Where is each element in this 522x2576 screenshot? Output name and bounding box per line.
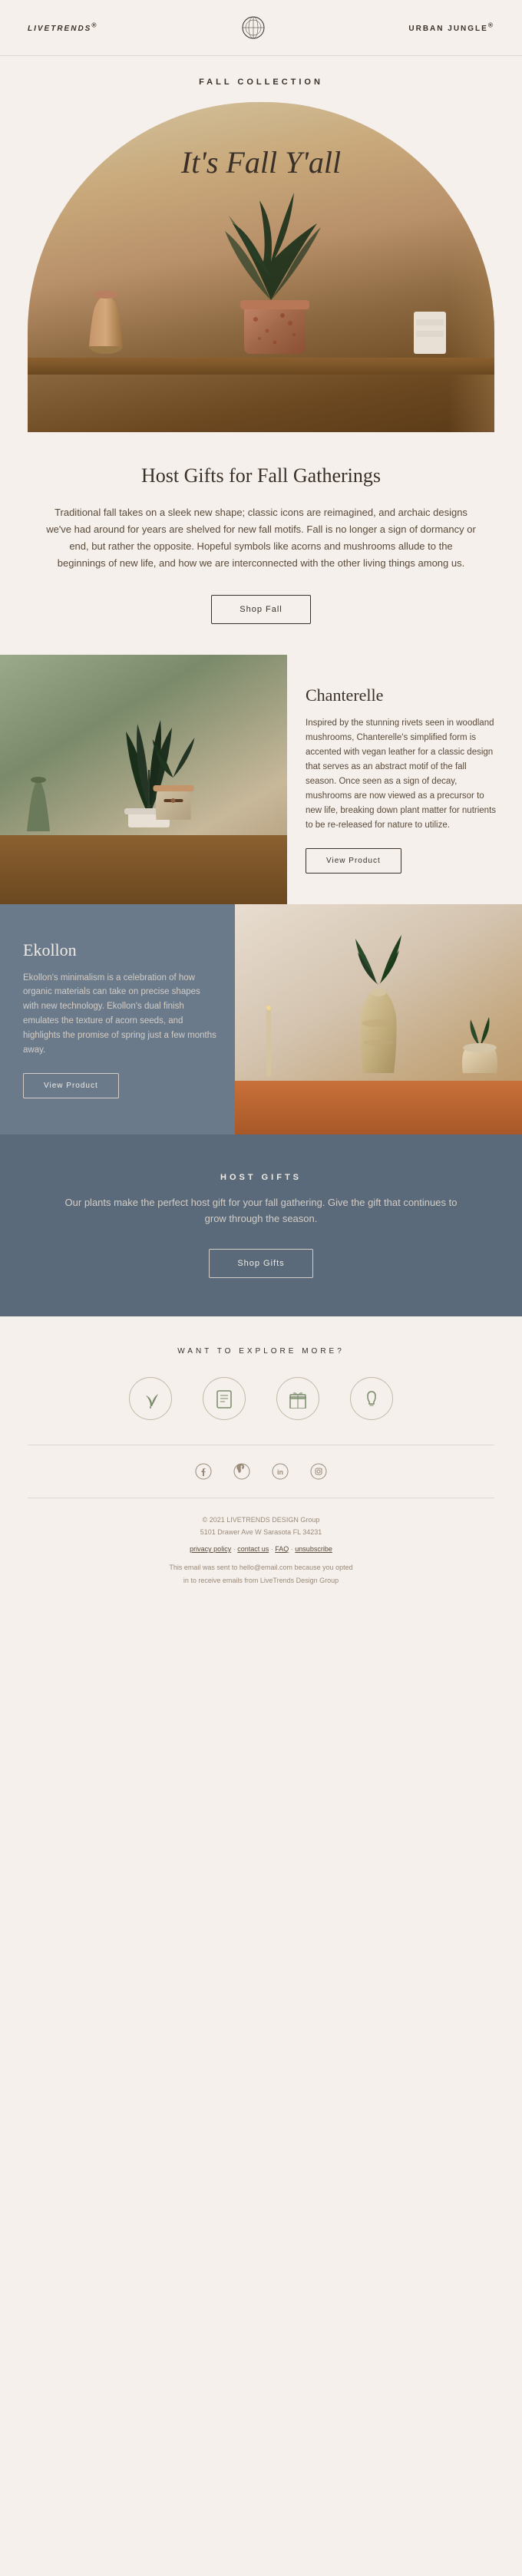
shop-fall-button[interactable]: Shop Fall xyxy=(211,595,310,624)
ekollon-section: Ekollon Ekollon's minimalism is a celebr… xyxy=(0,904,522,1134)
contact-link[interactable]: contact us xyxy=(237,1545,269,1553)
gift-circle-icon xyxy=(288,1389,308,1409)
explore-icons-row xyxy=(28,1377,494,1420)
explore-plant[interactable] xyxy=(129,1377,172,1420)
linkedin-icon[interactable]: in xyxy=(269,1461,291,1482)
logo-left-reg: ® xyxy=(91,21,97,29)
explore-label: WANT TO EXPLORE MORE? xyxy=(28,1347,494,1356)
pinterest-icon[interactable] xyxy=(231,1461,253,1482)
hero-shelf xyxy=(28,358,494,375)
pinterest-svg xyxy=(233,1463,250,1480)
chanterelle-surface xyxy=(0,835,287,904)
header: LIVETRENDS® URBAN JUNGLE® xyxy=(0,0,522,56)
cloth-icon xyxy=(410,308,448,354)
chanterelle-image xyxy=(0,655,287,904)
explore-catalog-icon xyxy=(203,1377,246,1420)
facebook-icon[interactable] xyxy=(193,1461,214,1482)
green-vase-icon xyxy=(23,774,54,835)
chanterelle-main-pot xyxy=(149,732,199,835)
footer-company: © 2021 LIVETRENDS DESIGN Group xyxy=(28,1514,494,1526)
hero-pot-center xyxy=(240,296,309,358)
linkedin-svg: in xyxy=(272,1463,289,1480)
explore-catalog[interactable] xyxy=(203,1377,246,1420)
footer-links: privacy policy · contact us · FAQ · unsu… xyxy=(28,1543,494,1555)
explore-bulb-icon xyxy=(350,1377,393,1420)
hero-section: FALL COLLECTION It's Fall Y'all xyxy=(0,56,522,432)
chanterelle-description: Inspired by the stunning rivets seen in … xyxy=(306,716,499,833)
hero-image-wrapper: It's Fall Y'all xyxy=(28,102,494,432)
ekollon-name: Ekollon xyxy=(23,940,216,960)
facebook-svg xyxy=(195,1463,212,1480)
ekollon-main-pot xyxy=(336,923,421,1081)
faq-link[interactable]: FAQ xyxy=(275,1545,289,1553)
host-gifts-label: HOST GIFTS xyxy=(61,1173,461,1182)
ekollon-pot-icon xyxy=(336,923,421,1077)
social-bar: in xyxy=(28,1445,494,1498)
explore-bulb[interactable] xyxy=(350,1377,393,1420)
footer-disclaimer1: This email was sent to hello@email.com b… xyxy=(28,1561,494,1574)
svg-text:in: in xyxy=(277,1468,283,1476)
privacy-link[interactable]: privacy policy xyxy=(190,1545,231,1553)
chanterelle-name: Chanterelle xyxy=(306,685,499,705)
ekollon-candle-icon xyxy=(262,1004,276,1081)
explore-section: WANT TO EXPLORE MORE? xyxy=(0,1316,522,1617)
chanterelle-scene xyxy=(0,655,287,904)
host-gifts-description: Our plants make the perfect host gift fo… xyxy=(61,1194,461,1227)
chanterelle-section: Chanterelle Inspired by the stunning riv… xyxy=(0,655,522,904)
logo-left: LIVETRENDS® xyxy=(28,21,97,35)
intro-section: Host Gifts for Fall Gatherings Tradition… xyxy=(0,432,522,655)
collection-label: FALL COLLECTION xyxy=(28,78,494,87)
instagram-icon[interactable] xyxy=(308,1461,329,1482)
emblem-icon xyxy=(241,15,266,40)
instagram-svg xyxy=(310,1463,327,1480)
intro-body: Traditional fall takes on a sleek new sh… xyxy=(46,504,476,572)
explore-plant-icon xyxy=(129,1377,172,1420)
ekollon-view-button[interactable]: View Product xyxy=(23,1073,119,1098)
chanterelle-info: Chanterelle Inspired by the stunning riv… xyxy=(287,655,522,904)
ekollon-image xyxy=(235,904,522,1134)
shop-gifts-button[interactable]: Shop Gifts xyxy=(209,1249,312,1278)
ekollon-description: Ekollon's minimalism is a celebration of… xyxy=(23,971,216,1058)
vase-left-icon xyxy=(85,281,127,354)
plant-circle-icon xyxy=(140,1388,161,1409)
logo-right-text: URBAN JUNGLE xyxy=(408,25,487,33)
ekollon-surface xyxy=(235,1081,522,1134)
catalog-circle-icon xyxy=(214,1389,234,1409)
chanterelle-pot-icon xyxy=(149,732,199,831)
chanterelle-view-button[interactable]: View Product xyxy=(306,848,401,874)
hero-plant-leaves xyxy=(202,124,340,315)
ekollon-small-pot xyxy=(457,1008,503,1081)
explore-gift[interactable] xyxy=(276,1377,319,1420)
footer-address: 5101 Drawer Ave W Sarasota FL 34231 xyxy=(28,1526,494,1538)
logo-right: URBAN JUNGLE® xyxy=(408,21,494,35)
intro-heading: Host Gifts for Fall Gatherings xyxy=(46,463,476,489)
bulb-circle-icon xyxy=(362,1389,382,1409)
footer-section: © 2021 LIVETRENDS DESIGN Group 5101 Draw… xyxy=(28,1514,494,1587)
ekollon-info: Ekollon Ekollon's minimalism is a celebr… xyxy=(0,904,235,1134)
unsubscribe-link[interactable]: unsubscribe xyxy=(295,1545,332,1553)
footer-disclaimer2: in to receive emails from LiveTrends Des… xyxy=(28,1574,494,1587)
header-center-emblem xyxy=(240,14,267,41)
hero-cloth-right xyxy=(410,308,448,358)
explore-gift-icon xyxy=(276,1377,319,1420)
small-pot-icon xyxy=(457,1008,503,1077)
logo-left-live: LIVETRENDS xyxy=(28,25,91,33)
hero-vase-left xyxy=(85,281,127,358)
logo-right-reg: ® xyxy=(488,21,494,29)
host-gifts-banner: HOST GIFTS Our plants make the perfect h… xyxy=(0,1134,522,1316)
ekollon-scene xyxy=(235,904,522,1134)
